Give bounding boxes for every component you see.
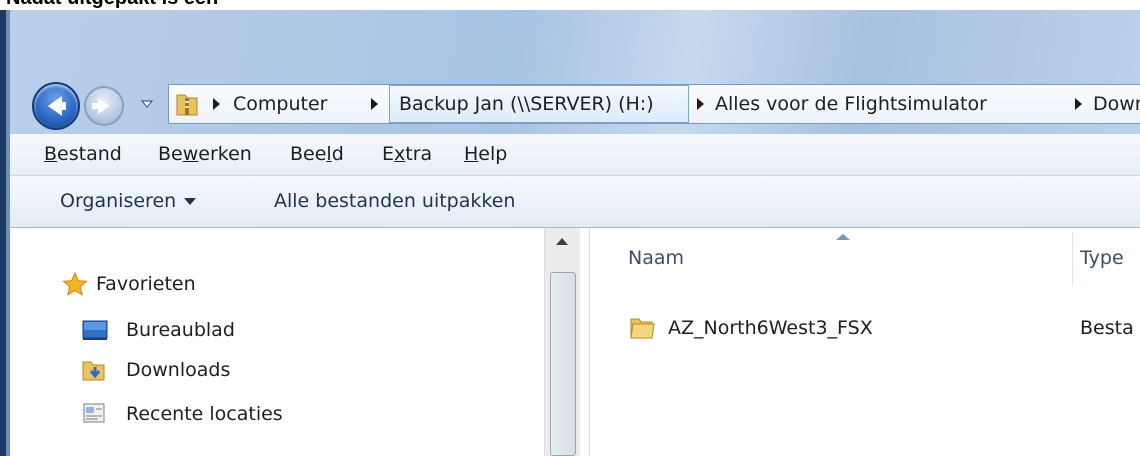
breadcrumb-separator[interactable] xyxy=(371,98,378,110)
back-button[interactable] xyxy=(32,82,80,130)
nav-item-label: Bureaublad xyxy=(126,319,235,341)
column-header-name[interactable]: Naam xyxy=(628,228,684,288)
navigation-pane: Favorieten Bureaublad Downloads Recente … xyxy=(10,228,590,456)
file-list: Naam Type AZ_North6West3_FSX Besta xyxy=(592,228,1140,456)
chevron-down-icon xyxy=(184,198,197,205)
breadcrumb-flightsim[interactable]: Alles voor de Flightsimulator xyxy=(715,85,987,123)
breadcrumb-backup-drive[interactable]: Backup Jan (\\SERVER) (H:) xyxy=(399,85,654,123)
nav-favorites-label: Favorieten xyxy=(96,273,196,295)
recent-pages-dropdown-icon[interactable] xyxy=(140,97,154,111)
menu-extra[interactable]: Extra xyxy=(382,143,432,165)
downloads-folder-icon xyxy=(82,361,105,381)
column-divider[interactable] xyxy=(1072,232,1073,286)
desktop-icon xyxy=(82,320,108,340)
nav-item-label: Recente locaties xyxy=(126,403,283,425)
file-name[interactable]: AZ_North6West3_FSX xyxy=(668,312,873,344)
menu-bar: Bestand Bewerken Beeld Extra Help xyxy=(10,134,1140,176)
extract-all-button[interactable]: Alle bestanden uitpakken xyxy=(274,190,515,212)
forward-button[interactable] xyxy=(84,86,124,126)
nav-pane-scrollbar[interactable] xyxy=(544,228,580,456)
window-frame-edge xyxy=(0,10,10,456)
folder-icon xyxy=(630,318,655,339)
breadcrumb-downloads[interactable]: Down xyxy=(1093,85,1140,123)
command-toolbar: Organiseren Alle bestanden uitpakken xyxy=(10,176,1140,228)
menu-bewerken[interactable]: Bewerken xyxy=(158,143,252,165)
menu-bestand[interactable]: Bestand xyxy=(44,143,122,165)
organize-button[interactable]: Organiseren xyxy=(60,190,197,212)
address-bar[interactable]: Computer Backup Jan (\\SERVER) (H:) Alle… xyxy=(168,84,1140,124)
breadcrumb-separator[interactable] xyxy=(697,98,704,110)
caption-text: Nadat uitgepakt is een xyxy=(6,0,218,10)
zip-folder-icon xyxy=(176,94,198,116)
star-icon xyxy=(62,272,88,296)
breadcrumb-separator[interactable] xyxy=(213,98,220,110)
scrollbar-thumb[interactable] xyxy=(550,272,576,456)
breadcrumb-separator[interactable] xyxy=(1075,98,1082,110)
title-glass-area: Computer Backup Jan (\\SERVER) (H:) Alle… xyxy=(10,10,1140,134)
column-header-type[interactable]: Type xyxy=(1080,228,1124,288)
back-arrow-icon xyxy=(48,96,66,116)
explorer-window: Computer Backup Jan (\\SERVER) (H:) Alle… xyxy=(0,10,1140,456)
recent-places-icon xyxy=(83,403,105,423)
menu-help[interactable]: Help xyxy=(464,143,507,165)
nav-item-label: Downloads xyxy=(126,359,231,381)
file-type: Besta xyxy=(1080,317,1134,339)
breadcrumb-computer[interactable]: Computer xyxy=(233,85,327,123)
scroll-up-arrow-icon[interactable] xyxy=(556,238,568,245)
document-caption: Nadat uitgepakt is een xyxy=(0,0,1140,10)
sort-ascending-icon xyxy=(836,234,850,240)
menu-beeld[interactable]: Beeld xyxy=(290,143,344,165)
forward-arrow-icon xyxy=(92,98,110,114)
